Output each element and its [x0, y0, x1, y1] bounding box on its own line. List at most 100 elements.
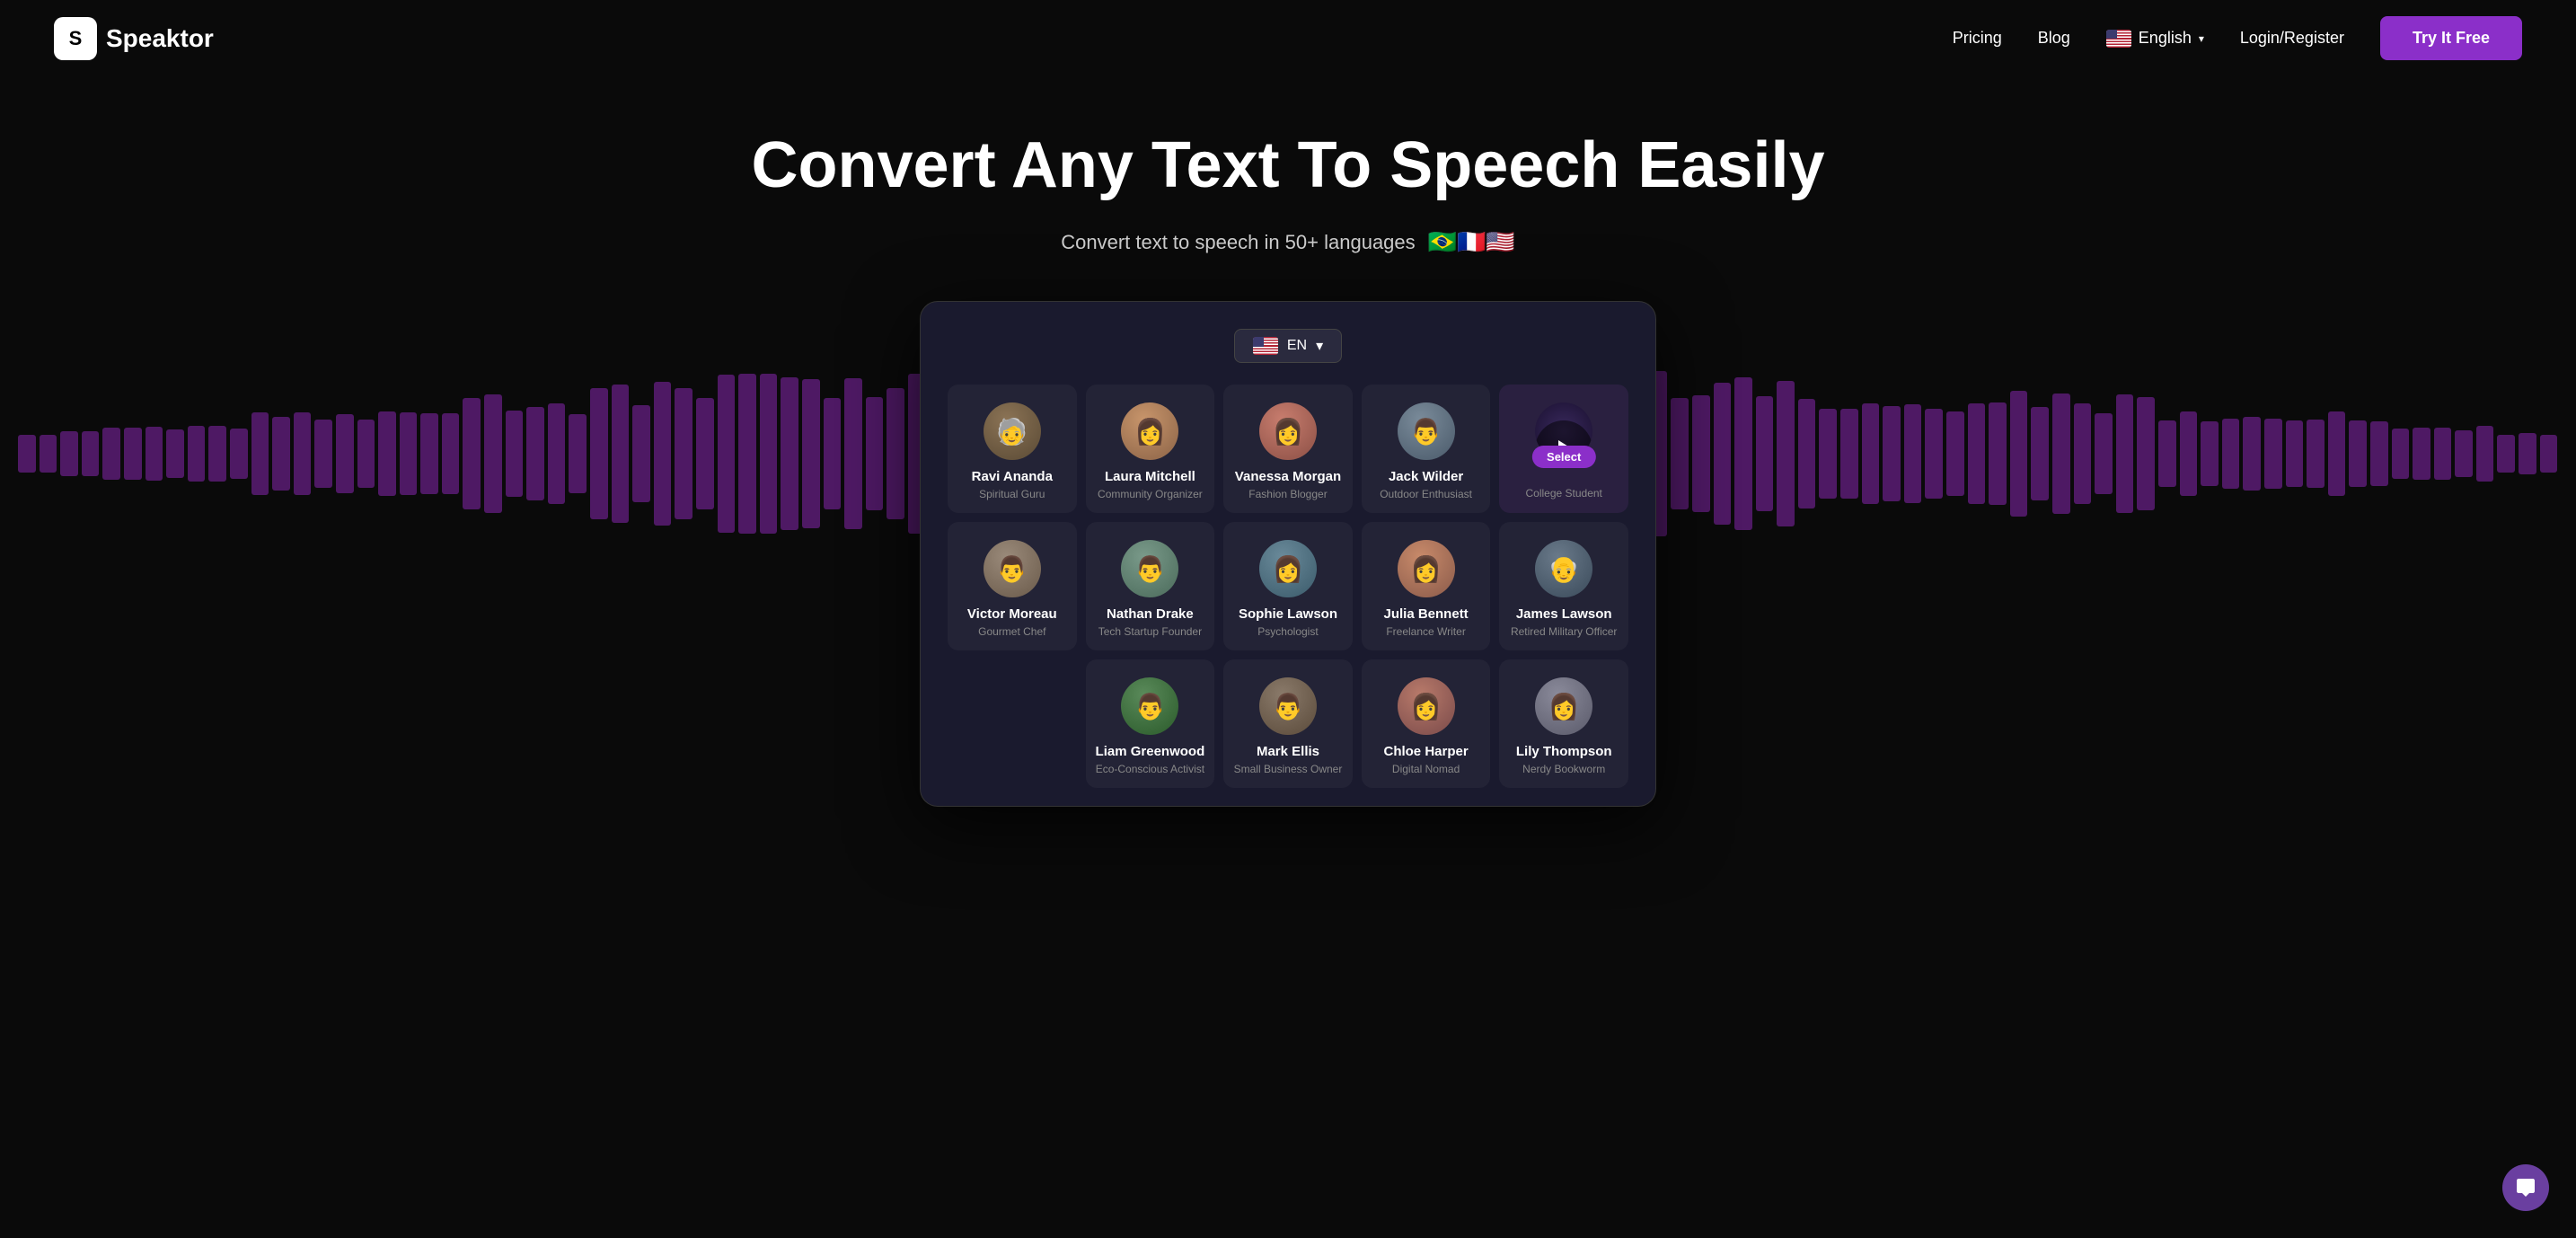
- login-register-link[interactable]: Login/Register: [2240, 29, 2344, 48]
- wave-bar: [230, 429, 248, 479]
- avatar-nathan: 👨: [1121, 540, 1178, 597]
- voice-card-nathan[interactable]: 👨 Nathan Drake Tech Startup Founder: [1086, 522, 1215, 650]
- wave-bar: [2010, 391, 2028, 516]
- wave-bar: [2392, 429, 2410, 479]
- wave-bar: [1798, 399, 1816, 508]
- wave-bar: [548, 403, 566, 504]
- avatar-julia: 👩: [1398, 540, 1455, 597]
- avatar-vanessa: 👩: [1259, 402, 1317, 460]
- voice-card-victor[interactable]: 👨 Victor Moreau Gourmet Chef: [948, 522, 1077, 650]
- voice-name-nathan: Nathan Drake: [1095, 606, 1206, 622]
- wave-bar: [166, 429, 184, 478]
- wave-bar: [718, 375, 736, 532]
- wave-bar: [1946, 411, 1964, 496]
- wave-bar: [1968, 403, 1986, 503]
- wave-bar: [2201, 421, 2219, 485]
- app-preview: EN ▾ 🧓 Ravi Ananda Spiritual Guru 👩 Laur…: [920, 301, 1656, 807]
- wave-bar: [463, 398, 481, 509]
- voice-grid-row2: 👨 Victor Moreau Gourmet Chef 👨 Nathan Dr…: [948, 522, 1628, 650]
- wave-bar: [188, 426, 206, 481]
- voice-name-laura: Laura Mitchell: [1095, 469, 1206, 484]
- wave-bar: [378, 411, 396, 496]
- voice-card-mark[interactable]: 👨 Mark Ellis Small Business Owner: [1223, 659, 1353, 788]
- language-label: English: [2139, 29, 2192, 48]
- app-lang-label: EN: [1287, 338, 1307, 354]
- wave-bar: [1777, 381, 1795, 527]
- wave-bar: [82, 431, 100, 476]
- voice-card-laura[interactable]: 👩 Laura Mitchell Community Organizer: [1086, 385, 1215, 513]
- pricing-link[interactable]: Pricing: [1953, 29, 2002, 48]
- wave-bar: [2497, 435, 2515, 473]
- app-lang-chevron: ▾: [1316, 337, 1323, 355]
- chat-bubble[interactable]: [2502, 1164, 2549, 1211]
- wave-bar: [1862, 403, 1880, 505]
- voice-name-liam: Liam Greenwood: [1095, 744, 1206, 759]
- wave-bar: [146, 427, 163, 481]
- language-selector[interactable]: English ▾: [2106, 29, 2204, 48]
- hero-subtitle: Convert text to speech in 50+ languages …: [18, 228, 2558, 256]
- voice-name-sophie: Sophie Lawson: [1232, 606, 1344, 622]
- voice-card-liam[interactable]: 👨 Liam Greenwood Eco-Conscious Activist: [1086, 659, 1215, 788]
- wave-bar: [124, 428, 142, 479]
- wave-bar: [314, 420, 332, 489]
- voice-name-victor: Victor Moreau: [957, 606, 1068, 622]
- voice-card-selected[interactable]: Select College Student: [1499, 385, 1628, 513]
- wave-bar: [632, 405, 650, 503]
- voice-card-julia[interactable]: 👩 Julia Bennett Freelance Writer: [1362, 522, 1491, 650]
- avatar-james: 👴: [1535, 540, 1592, 597]
- wave-bar: [400, 412, 418, 495]
- navbar: S Speaktor Pricing Blog English ▾ Login/…: [0, 0, 2576, 76]
- try-it-free-button[interactable]: Try It Free: [2380, 16, 2522, 60]
- voice-name-james: James Lawson: [1508, 606, 1619, 622]
- voice-role-ravi: Spiritual Guru: [957, 488, 1068, 500]
- avatar-victor: 👨: [984, 540, 1041, 597]
- voice-name-jack: Jack Wilder: [1371, 469, 1482, 484]
- flag-brazil: 🇧🇷: [1428, 228, 1457, 256]
- voice-name-julia: Julia Bennett: [1371, 606, 1482, 622]
- wave-bar: [2540, 435, 2558, 473]
- voice-role-james: Retired Military Officer: [1508, 625, 1619, 638]
- chevron-down-icon: ▾: [2199, 32, 2204, 45]
- wave-bar: [336, 414, 354, 493]
- wave-bar: [442, 413, 460, 494]
- wave-bar: [760, 374, 778, 534]
- wave-bar: [484, 394, 502, 513]
- voice-grid-row3: 👨 Liam Greenwood Eco-Conscious Activist …: [948, 659, 1628, 788]
- voice-role-liam: Eco-Conscious Activist: [1095, 763, 1206, 775]
- wave-bar: [1840, 409, 1858, 498]
- voice-card-sophie[interactable]: 👩 Sophie Lawson Psychologist: [1223, 522, 1353, 650]
- empty-cell-1: [948, 659, 1077, 788]
- wave-bar: [18, 435, 36, 473]
- wave-bar: [1714, 383, 1732, 525]
- logo-letter: S: [69, 27, 83, 50]
- wave-bar: [590, 388, 608, 519]
- flag-france: 🇫🇷: [1457, 228, 1486, 256]
- voice-role-mark: Small Business Owner: [1232, 763, 1344, 775]
- logo[interactable]: S Speaktor: [54, 17, 214, 60]
- voice-card-jack[interactable]: 👨 Jack Wilder Outdoor Enthusiast: [1362, 385, 1491, 513]
- avatar-jack: 👨: [1398, 402, 1455, 460]
- wave-bar: [887, 388, 904, 519]
- wave-bar: [2031, 407, 2049, 500]
- wave-bar: [294, 412, 312, 494]
- voice-card-vanessa[interactable]: 👩 Vanessa Morgan Fashion Blogger: [1223, 385, 1353, 513]
- voice-card-ravi[interactable]: 🧓 Ravi Ananda Spiritual Guru: [948, 385, 1077, 513]
- wave-bar: [2328, 411, 2346, 496]
- wave-bar: [1925, 409, 1943, 500]
- voice-card-chloe[interactable]: 👩 Chloe Harper Digital Nomad: [1362, 659, 1491, 788]
- wave-bar: [569, 414, 587, 492]
- wave-bar: [781, 377, 798, 529]
- avatar-laura: 👩: [1121, 402, 1178, 460]
- avatar-sophie: 👩: [1259, 540, 1317, 597]
- app-lang-button[interactable]: EN ▾: [1234, 329, 1342, 363]
- voice-card-james[interactable]: 👴 James Lawson Retired Military Officer: [1499, 522, 1628, 650]
- wave-bar: [612, 385, 630, 523]
- blog-link[interactable]: Blog: [2038, 29, 2070, 48]
- wave-bar: [357, 420, 375, 488]
- voice-card-lily[interactable]: 👩 Lily Thompson Nerdy Bookworm: [1499, 659, 1628, 788]
- wave-bar: [2264, 419, 2282, 488]
- wave-bar: [1819, 409, 1837, 500]
- voice-role-chloe: Digital Nomad: [1371, 763, 1482, 775]
- avatar-liam: 👨: [1121, 677, 1178, 735]
- avatar-ravi: 🧓: [984, 402, 1041, 460]
